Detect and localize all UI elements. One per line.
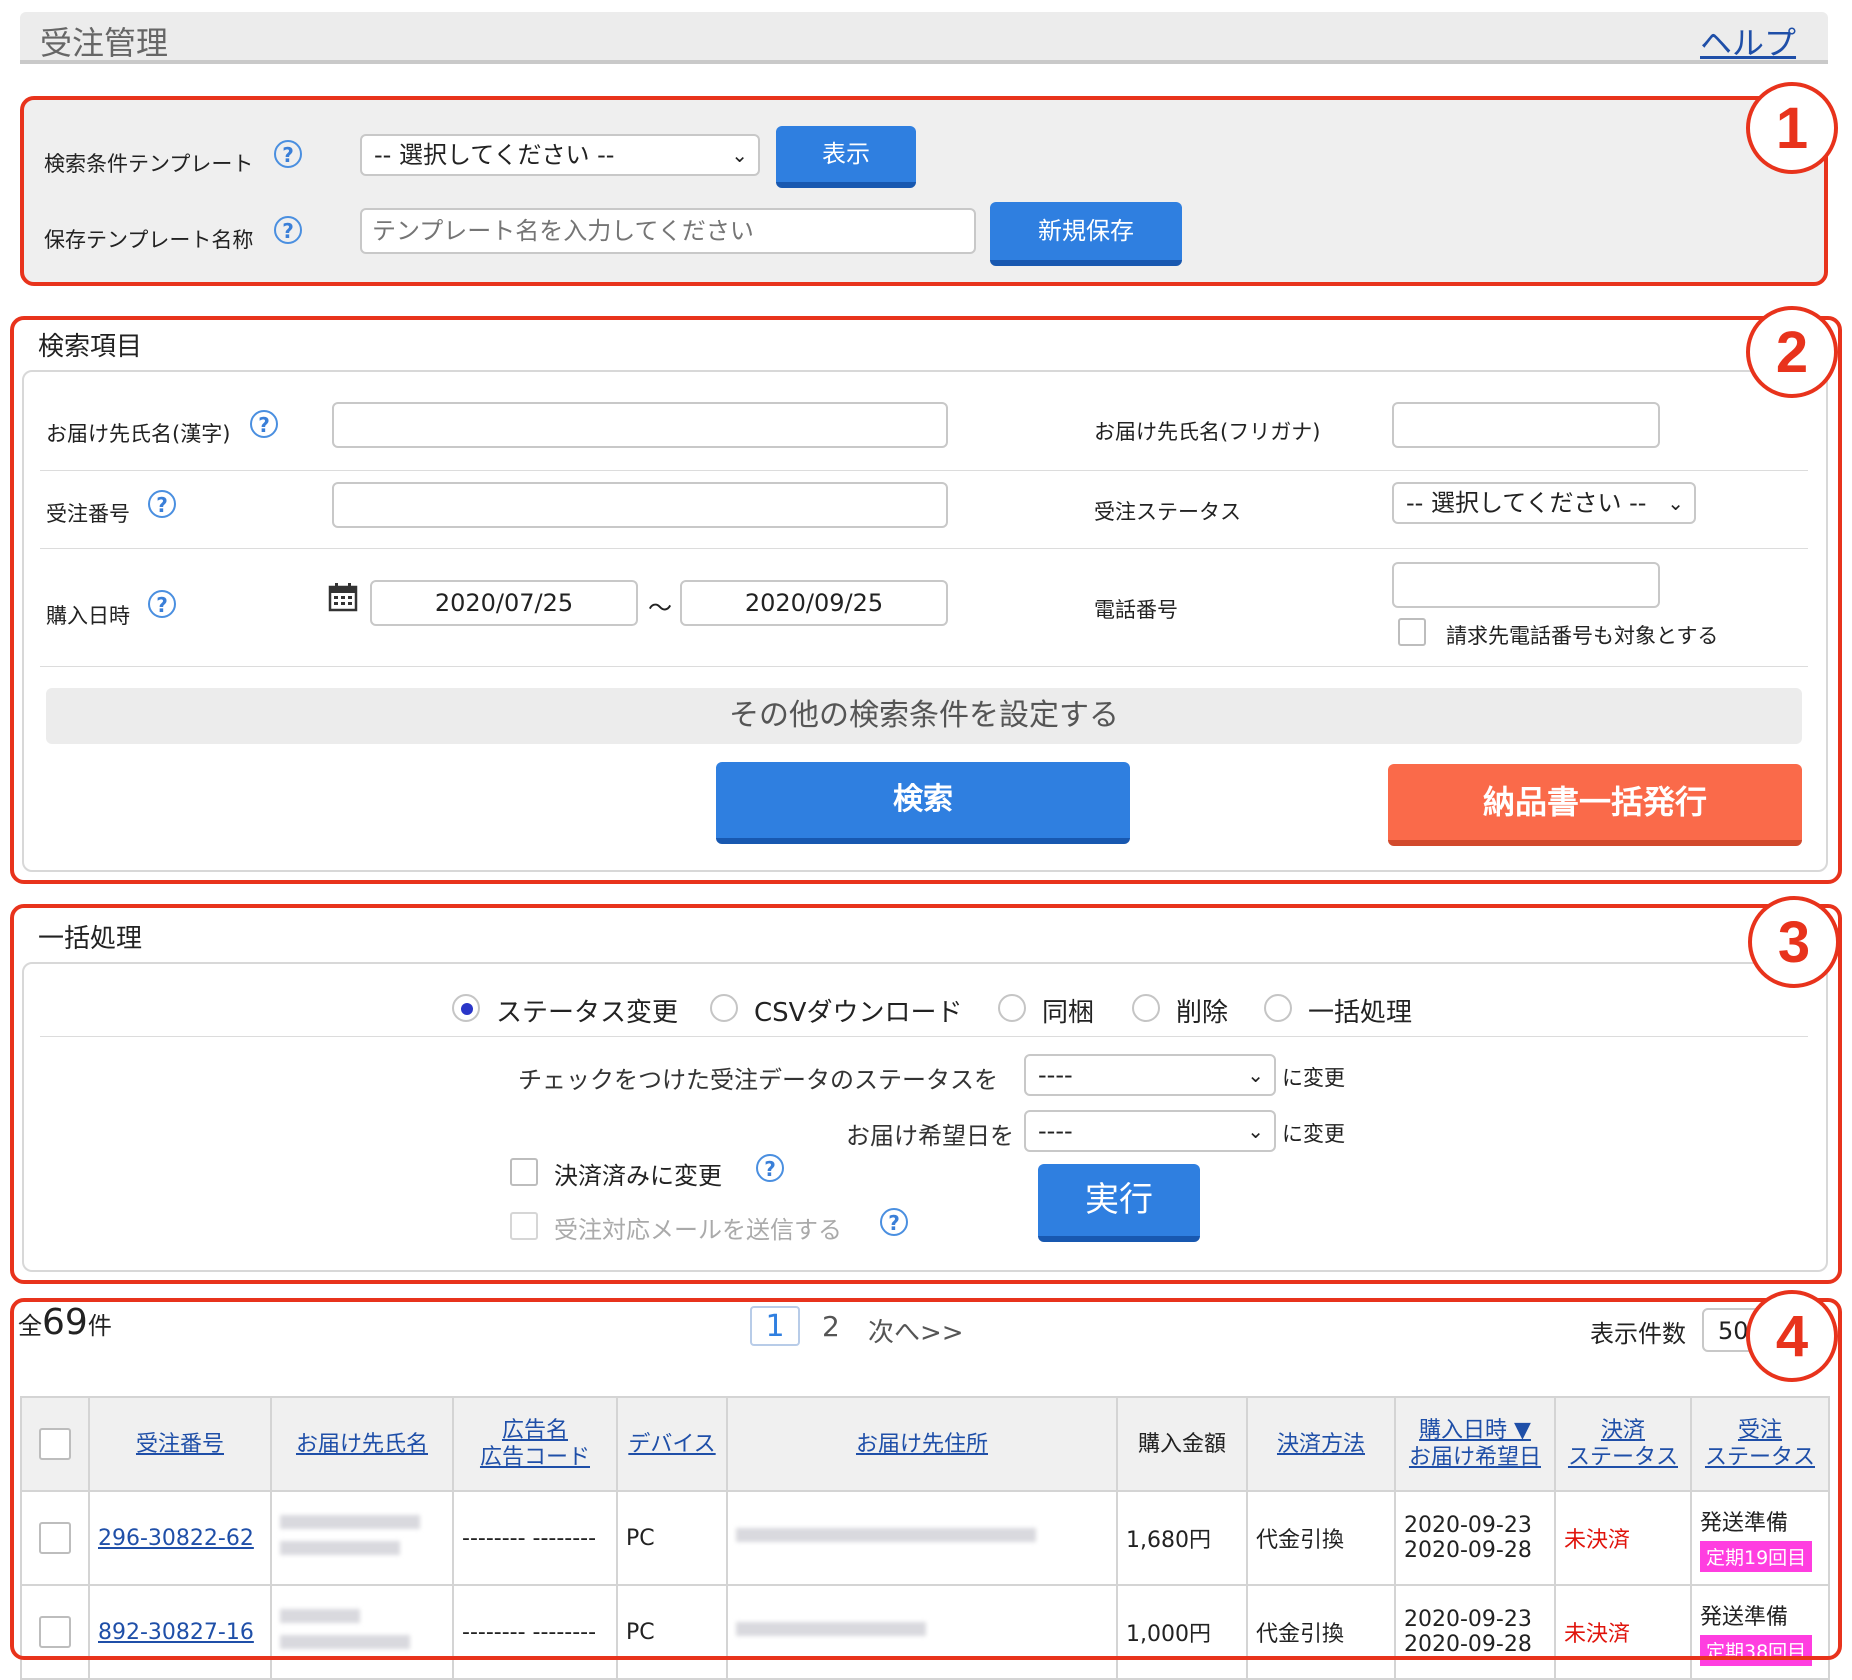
recipient-kanji-input[interactable] [332,402,948,448]
recipient-kanji-help-icon[interactable]: ? [250,410,278,438]
search-button[interactable]: 検索 [716,762,1130,844]
calendar-icon[interactable] [328,582,358,612]
chevron-down-icon: ⌄ [731,143,748,167]
status-change-select[interactable]: ---- ⌄ [1024,1054,1276,1096]
annotation-badge-2: 2 [1746,306,1838,398]
radio-status-change-label: ステータス変更 [496,998,679,1028]
template-name-label: 保存テンプレート名称 [44,228,254,252]
radio-bundle-label: 同梱 [1042,998,1095,1028]
recipient-kanji-label: お届け先氏名(漢字) [46,422,231,446]
radio-status-change[interactable] [452,994,480,1022]
row-divider [40,470,1808,471]
delivery-date-label: お届け希望日を [846,1122,1014,1150]
execute-button[interactable]: 実行 [1038,1164,1200,1242]
chevron-down-icon: ⌄ [1247,1063,1264,1087]
row-divider [40,548,1808,549]
delivery-date-suffix: に変更 [1282,1122,1345,1146]
order-no-help-icon[interactable]: ? [148,490,176,518]
recipient-kana-input[interactable] [1392,402,1660,448]
page-header-bar [20,12,1828,64]
template-name-help-icon[interactable]: ? [274,216,302,244]
template-name-input[interactable] [360,208,976,254]
date-from-input[interactable]: 2020/07/25 [370,580,638,626]
help-link[interactable]: ヘルプ [1700,18,1796,64]
mark-paid-label: 決済済みに変更 [554,1162,722,1190]
billing-phone-checkbox[interactable] [1398,618,1426,646]
annotation-badge-3: 3 [1748,896,1840,988]
more-conditions-toggle[interactable]: その他の検索条件を設定する [46,688,1802,744]
search-section-title: 検索項目 [38,332,143,362]
mark-paid-help-icon[interactable]: ? [756,1154,784,1182]
radio-bulk-process-label: 一括処理 [1308,998,1413,1028]
annotation-frame-1 [20,96,1828,286]
order-status-label: 受注ステータス [1094,500,1241,524]
radio-bulk-process[interactable] [1264,994,1292,1022]
row-divider [40,1036,1808,1037]
radio-bundle[interactable] [998,994,1026,1022]
billing-phone-label: 請求先電話番号も対象とする [1446,624,1719,648]
status-change-suffix: に変更 [1282,1066,1345,1090]
date-to-input[interactable]: 2020/09/25 [680,580,948,626]
status-change-label: チェックをつけた受注データのステータスを [518,1066,998,1094]
purchase-date-help-icon[interactable]: ? [148,590,176,618]
annotation-badge-1: 1 [1746,82,1838,174]
page-title: 受注管理 [40,24,169,62]
radio-delete-label: 削除 [1176,998,1229,1028]
radio-csv-download-label: CSVダウンロード [754,998,963,1028]
radio-delete[interactable] [1132,994,1160,1022]
phone-input[interactable] [1392,562,1660,608]
row-divider [40,666,1808,667]
chevron-down-icon: ⌄ [1247,1119,1264,1143]
bulk-section-title: 一括処理 [38,924,143,954]
template-search-label: 検索条件テンプレート [44,152,254,176]
mark-paid-checkbox[interactable] [510,1158,538,1186]
purchase-date-label: 購入日時 [46,604,130,628]
show-template-button[interactable]: 表示 [776,126,916,188]
send-mail-checkbox[interactable] [510,1212,538,1240]
order-status-select[interactable]: -- 選択してください -- ⌄ [1392,482,1696,524]
template-select[interactable]: -- 選択してください -- ⌄ [360,134,760,176]
send-mail-help-icon[interactable]: ? [880,1208,908,1236]
annotation-frame-4 [10,1298,1842,1660]
delivery-date-select[interactable]: ---- ⌄ [1024,1110,1276,1152]
recipient-kana-label: お届け先氏名(フリガナ) [1094,420,1321,444]
bulk-invoice-button[interactable]: 納品書一括発行 [1388,764,1802,846]
annotation-badge-4: 4 [1746,1290,1838,1382]
order-no-label: 受注番号 [46,502,130,526]
save-template-button[interactable]: 新規保存 [990,202,1182,266]
phone-label: 電話番号 [1094,598,1178,622]
send-mail-label: 受注対応メールを送信する [554,1216,842,1244]
order-no-input[interactable] [332,482,948,528]
chevron-down-icon: ⌄ [1667,491,1684,515]
template-search-help-icon[interactable]: ? [274,140,302,168]
radio-csv-download[interactable] [710,994,738,1022]
date-range-separator: 〜 [648,594,672,622]
